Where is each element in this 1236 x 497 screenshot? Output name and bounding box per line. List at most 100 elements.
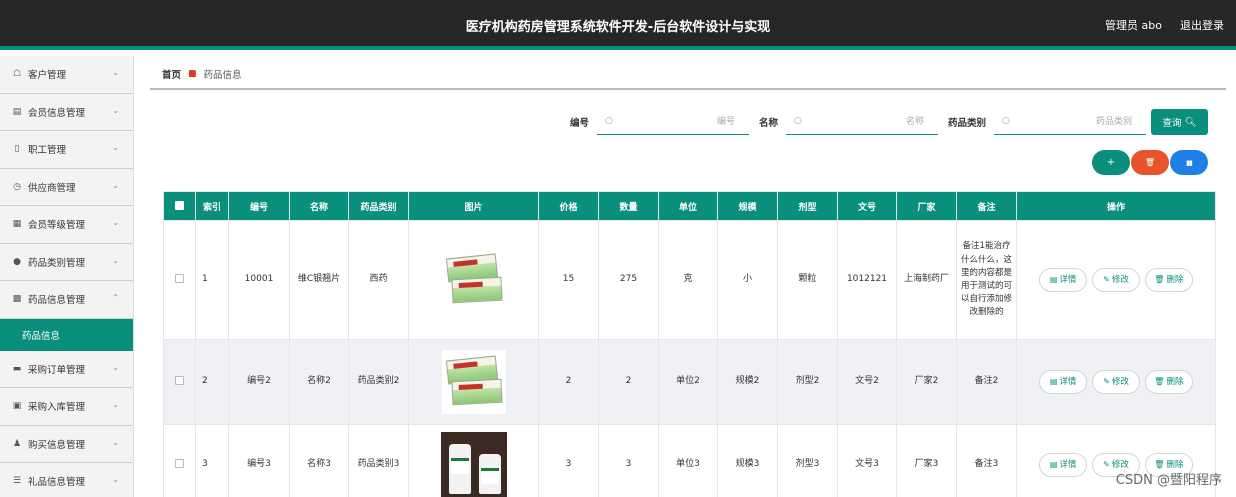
cell-remark: 备注2 xyxy=(956,339,1017,425)
cell-scale: 规模2 xyxy=(717,339,778,425)
sidebar-item-member-info[interactable]: ▤ 会员信息管理 ⌄ xyxy=(0,93,133,131)
cell-category: 药品类别3 xyxy=(348,424,409,497)
page-title: 医疗机构药房管理系统软件开发-后台软件设计与实现 xyxy=(465,20,771,35)
sidebar-item-buy-info[interactable]: ♟ 购买信息管理 ⌄ xyxy=(0,425,133,463)
sidebar-item-staff[interactable]: ▯ 职工管理 ⌄ xyxy=(0,131,133,169)
cell-name: 名称2 xyxy=(289,339,349,425)
delete-button[interactable]: 🗑︎ 删除 xyxy=(1144,268,1193,292)
search-icon: 🔍︎ xyxy=(1184,116,1197,128)
select-all-cell xyxy=(163,191,196,221)
chart-button[interactable]: ▮▮ xyxy=(1170,150,1208,175)
cell-unit: 单位3 xyxy=(658,424,718,497)
col-doc: 文号 xyxy=(837,191,897,221)
delete-button[interactable]: 🗑︎ 删除 xyxy=(1144,370,1193,394)
cell-remark: 备注1能治疗什么什么，这里的内容都是用于测试的可以自行添加修改删除的 xyxy=(956,220,1017,340)
col-unit: 单位 xyxy=(658,191,718,221)
col-price: 价格 xyxy=(538,191,599,221)
sidebar-item-label: 礼品信息管理 xyxy=(28,477,86,489)
sidebar-item-drug-info[interactable]: ▩ 药品信息管理 ⌃ xyxy=(0,281,133,319)
sidebar-item-member-level[interactable]: ▦ 会员等级管理 ⌄ xyxy=(0,206,133,244)
cell-scale: 小 xyxy=(717,220,778,340)
cell-unit: 克 xyxy=(658,220,718,340)
col-actions: 操作 xyxy=(1016,191,1216,221)
chevron-down-icon: ⌄ xyxy=(112,362,119,372)
drug-thumbnail[interactable] xyxy=(440,431,507,497)
name-input[interactable] xyxy=(786,109,939,134)
user-outline-icon: ☖ xyxy=(12,69,22,80)
cell-code: 编号2 xyxy=(228,339,290,425)
row-checkbox[interactable] xyxy=(175,458,184,468)
edit-button[interactable]: ✎ 修改 xyxy=(1092,268,1140,292)
cell-price: 3 xyxy=(538,424,599,497)
row-checkbox[interactable] xyxy=(175,274,184,284)
cell-actions: ▤ 详情 ✎ 修改 🗑︎ 删除 xyxy=(1016,339,1216,425)
chevron-down-icon: ⌄ xyxy=(112,437,119,447)
row-checkbox[interactable] xyxy=(175,376,184,386)
code-input[interactable] xyxy=(597,109,750,134)
breadcrumb-home[interactable]: 首页 xyxy=(162,67,181,81)
sidebar-item-drug-category[interactable]: ● 药品类别管理 ⌄ xyxy=(0,243,133,281)
add-button[interactable]: + xyxy=(1092,150,1130,175)
cell-scale: 规模3 xyxy=(717,424,778,497)
pencil-icon: ✎ xyxy=(1103,275,1110,284)
detail-button[interactable]: ▤ 详情 xyxy=(1039,268,1088,292)
col-name: 名称 xyxy=(289,191,349,221)
cell-maker: 上海制药厂 xyxy=(896,220,957,340)
col-category: 药品类别 xyxy=(348,191,409,221)
cell-maker: 厂家2 xyxy=(896,339,957,425)
col-quantity: 数量 xyxy=(598,191,659,221)
sidebar-item-purchase-stock[interactable]: ▣ 采购入库管理 ⌄ xyxy=(0,388,133,426)
cell-remark: 备注3 xyxy=(956,424,1017,497)
search-icon: ○ xyxy=(1002,116,1010,126)
search-icon: ○ xyxy=(794,116,802,126)
clock-icon: ◷ xyxy=(13,181,21,192)
doc-icon: ▤ xyxy=(1049,377,1058,386)
drug-thumbnail[interactable] xyxy=(441,350,506,414)
card-icon: ▤ xyxy=(12,106,22,117)
drug-thumbnail[interactable] xyxy=(442,248,506,312)
sidebar-item-customer[interactable]: ☖ 客户管理 ⌄ xyxy=(0,56,133,94)
trash-icon: 🗑︎ xyxy=(1154,459,1165,469)
detail-button[interactable]: ▤ 详情 xyxy=(1039,452,1088,477)
chevron-down-icon: ⌄ xyxy=(112,475,119,484)
col-remark: 备注 xyxy=(956,191,1017,221)
table-header-row: 索引 编号 名称 药品类别 图片 价格 数量 单位 规模 剂型 文号 厂家 备注… xyxy=(163,191,1216,221)
cell-form: 剂型2 xyxy=(777,339,838,425)
cell-actions: ▤ 详情 ✎ 修改 🗑︎ 删除 xyxy=(1016,220,1216,340)
sidebar-item-label: 客户管理 xyxy=(28,70,67,82)
top-header: 医疗机构药房管理系统软件开发-后台软件设计与实现 管理员 abo 退出登录 xyxy=(0,0,1236,50)
sidebar-item-supplier[interactable]: ◷ 供应商管理 ⌄ xyxy=(0,168,133,206)
col-maker: 厂家 xyxy=(896,191,957,221)
trash-icon: 🗑︎ xyxy=(1154,377,1165,386)
select-all-checkbox[interactable] xyxy=(175,201,184,210)
cell-quantity: 3 xyxy=(598,424,659,497)
cell-name: 维C银翘片 xyxy=(289,220,349,340)
detail-button[interactable]: ▤ 详情 xyxy=(1039,370,1088,394)
sidebar-item-purchase-order[interactable]: ▬ 采购订单管理 ⌄ xyxy=(0,350,133,388)
col-form: 剂型 xyxy=(777,191,838,221)
sidebar-subitem-drug-info[interactable]: 药品信息 xyxy=(0,318,133,351)
batch-delete-button[interactable]: 🗑 xyxy=(1131,150,1169,175)
cell-maker: 厂家3 xyxy=(896,424,957,497)
search-label-name: 名称 xyxy=(759,118,779,129)
doc-icon: ▤ xyxy=(1049,275,1058,284)
pencil-icon: ✎ xyxy=(1103,377,1110,386)
category-input[interactable] xyxy=(994,109,1147,134)
cell-code: 10001 xyxy=(228,220,290,340)
breadcrumb-current: 药品信息 xyxy=(203,70,242,81)
col-image: 图片 xyxy=(408,191,539,221)
edit-button[interactable]: ✎ 修改 xyxy=(1092,370,1140,394)
sidebar-item-label: 药品类别管理 xyxy=(28,257,86,269)
logout-link[interactable]: 退出登录 xyxy=(1180,17,1224,33)
chevron-up-icon: ⌃ xyxy=(112,293,119,302)
csdn-watermark: CSDN @暨阳程序 xyxy=(1115,473,1222,488)
col-scale: 规模 xyxy=(717,191,778,221)
search-label-code: 编号 xyxy=(570,118,590,129)
monitor-icon: ▬ xyxy=(12,363,22,374)
chevron-down-icon: ⌄ xyxy=(112,400,119,409)
cell-code: 编号3 xyxy=(228,424,290,497)
cell-index: 1 xyxy=(195,220,229,340)
query-button[interactable]: 查询 🔍︎ xyxy=(1151,109,1208,135)
sidebar-item-gift-info[interactable]: ☰ 礼品信息管理 ⌄ xyxy=(0,463,133,497)
remark-text: 备注1能治疗什么什么，这里的内容都是用于测试的可以自行添加修改删除的 xyxy=(960,241,1012,318)
